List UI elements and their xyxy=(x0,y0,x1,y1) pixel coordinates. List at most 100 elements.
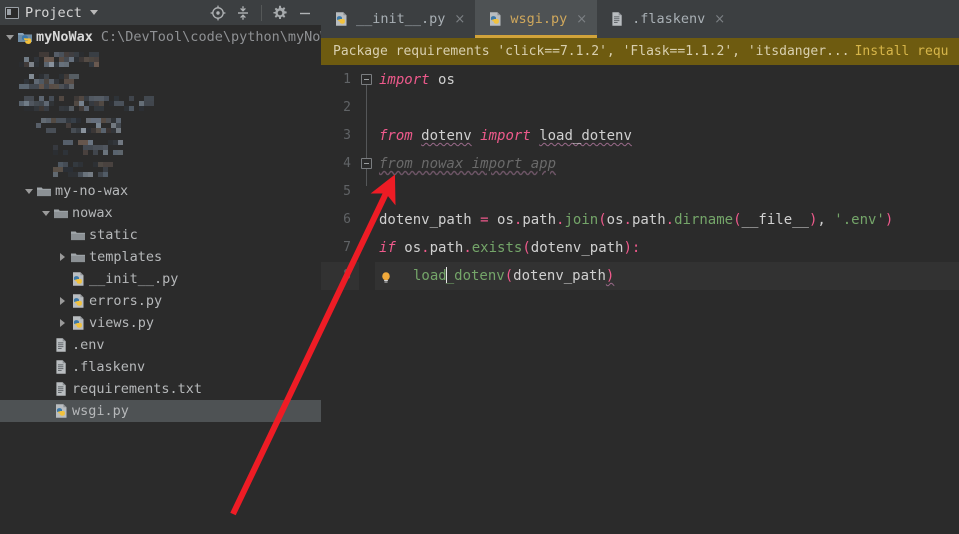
redacted-label xyxy=(19,92,154,114)
code-fold-strip[interactable] xyxy=(359,66,375,534)
close-icon[interactable]: × xyxy=(576,13,587,26)
tree-row-redacted[interactable] xyxy=(0,70,321,92)
tree-row-redacted[interactable] xyxy=(0,136,321,158)
python-file-icon xyxy=(487,11,503,27)
project-root-label: myNoWax xyxy=(36,29,93,45)
redacted-label xyxy=(36,114,121,136)
minimize-icon[interactable] xyxy=(297,5,313,21)
tree-row-project-root[interactable]: myNoWax C:\DevTool\code\python\myNoW xyxy=(0,26,321,48)
fold-region-line xyxy=(366,80,367,186)
editor-tab-init-py[interactable]: __init__.py × xyxy=(321,0,476,38)
tree-item-label: __init__.py xyxy=(89,271,179,287)
tab-label: __init__.py xyxy=(356,11,446,27)
close-icon[interactable]: × xyxy=(454,13,465,26)
python-file-icon xyxy=(53,403,69,419)
fold-collapse-icon-line1[interactable] xyxy=(361,74,372,85)
tab-label: wsgi.py xyxy=(510,11,568,27)
tree-row-redacted[interactable] xyxy=(0,92,321,114)
tree-row-my-no-wax[interactable]: my-no-wax xyxy=(0,180,321,202)
install-requirements-link[interactable]: Install requ xyxy=(855,44,949,59)
python-file-icon xyxy=(70,271,86,287)
expand-arrow-right-icon[interactable] xyxy=(55,290,70,312)
project-root-path: C:\DevTool\code\python\myNoW xyxy=(100,29,321,45)
code-line-7[interactable]: if os.path.exists(dotenv_path): xyxy=(375,234,959,262)
collapse-all-icon[interactable] xyxy=(235,5,251,21)
tree-row-redacted[interactable] xyxy=(0,48,321,70)
code-line-3[interactable]: from dotenv import load_dotenv xyxy=(375,122,959,150)
tree-item-label: templates xyxy=(89,249,163,265)
text-file-icon xyxy=(53,381,69,397)
tree-row-nowax[interactable]: nowax xyxy=(0,202,321,224)
gear-icon[interactable] xyxy=(272,5,288,21)
line-number: 2 xyxy=(343,100,351,115)
chevron-down-icon[interactable] xyxy=(89,10,98,15)
project-title-group[interactable]: Project xyxy=(5,5,98,21)
tree-row-init-py[interactable]: __init__.py xyxy=(0,268,321,290)
project-tool-window: Project myNoWax C:\DevTool\code\python\m… xyxy=(0,0,321,534)
line-number: 7 xyxy=(343,240,351,255)
code-line-5[interactable] xyxy=(375,178,959,206)
expand-arrow-down-icon[interactable] xyxy=(38,202,53,224)
line-number: 4 xyxy=(343,156,351,171)
folder-icon xyxy=(70,249,86,265)
fold-collapse-icon-line4[interactable] xyxy=(361,158,372,169)
tree-item-label: .flaskenv xyxy=(72,359,146,375)
tree-row-requirements[interactable]: requirements.txt xyxy=(0,378,321,400)
editor-tab-bar[interactable]: __init__.py × wsgi.py × .flaskenv × xyxy=(321,0,959,38)
tab-label: .flaskenv xyxy=(632,11,706,27)
expand-arrow-right-icon[interactable] xyxy=(55,312,70,334)
code-line-2[interactable] xyxy=(375,94,959,122)
code-editor[interactable]: 1 2 3 4 5 6 7 8 import os from dotenv import loa… xyxy=(321,66,959,534)
expand-arrow-down-icon[interactable] xyxy=(21,180,36,202)
tree-row-errors-py[interactable]: errors.py xyxy=(0,290,321,312)
python-file-icon xyxy=(333,11,349,27)
editor-tab-wsgi-py[interactable]: wsgi.py × xyxy=(475,0,598,38)
intention-bulb-icon[interactable] xyxy=(379,268,393,284)
folder-icon xyxy=(70,227,86,243)
editor-tab-flaskenv[interactable]: .flaskenv × xyxy=(597,0,736,38)
line-number: 6 xyxy=(343,212,351,227)
tree-row-env[interactable]: .env xyxy=(0,334,321,356)
tree-row-templates[interactable]: templates xyxy=(0,246,321,268)
code-line-1[interactable]: import os xyxy=(375,66,959,94)
tree-item-label: .env xyxy=(72,337,105,353)
tree-row-wsgi-py[interactable]: wsgi.py xyxy=(0,400,321,422)
tree-item-label: wsgi.py xyxy=(72,403,129,419)
code-content[interactable]: import os from dotenv import load_dotenv f… xyxy=(375,66,959,534)
redacted-label xyxy=(53,136,123,158)
locate-icon[interactable] xyxy=(210,5,226,21)
tree-item-label: nowax xyxy=(72,205,113,221)
active-tab-underline xyxy=(475,35,598,38)
python-file-icon xyxy=(70,293,86,309)
code-line-4[interactable]: from nowax import app xyxy=(375,150,959,178)
code-line-6[interactable]: dotenv_path = os.path.join(os.path.dirna… xyxy=(375,206,959,234)
expand-arrow-down-icon[interactable] xyxy=(2,26,17,48)
redacted-label xyxy=(53,158,113,180)
tree-row-static[interactable]: static xyxy=(0,224,321,246)
pycharm-window: Project myNoWax C:\DevTool\code\python\m… xyxy=(0,0,959,534)
project-file-tree[interactable]: myNoWax C:\DevTool\code\python\myNoW my-… xyxy=(0,26,321,534)
python-file-icon xyxy=(70,315,86,331)
project-window-icon xyxy=(5,6,19,19)
tree-row-flaskenv[interactable]: .flaskenv xyxy=(0,356,321,378)
line-number: 3 xyxy=(343,128,351,143)
tree-item-label: requirements.txt xyxy=(72,381,203,397)
text-file-icon xyxy=(609,11,625,27)
expand-arrow-right-icon[interactable] xyxy=(55,246,70,268)
tree-item-label: my-no-wax xyxy=(55,183,129,199)
tree-row-redacted[interactable] xyxy=(0,158,321,180)
tree-row-views-py[interactable]: views.py xyxy=(0,312,321,334)
close-icon[interactable]: × xyxy=(714,13,725,26)
line-number-gutter: 1 2 3 4 5 6 7 8 xyxy=(321,66,359,534)
folder-icon xyxy=(53,205,69,221)
code-line-8[interactable]: load_dotenv(dotenv_path) xyxy=(375,262,959,290)
tree-row-redacted[interactable] xyxy=(0,114,321,136)
package-requirements-notification[interactable]: Package requirements 'click==7.1.2', 'Fl… xyxy=(321,38,959,66)
text-file-icon xyxy=(53,359,69,375)
project-panel-header: Project xyxy=(0,0,321,26)
